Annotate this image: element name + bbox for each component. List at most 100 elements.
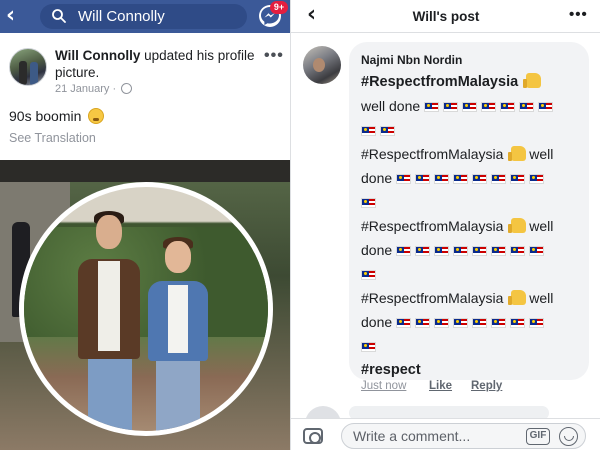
- comment-timestamp[interactable]: Just now: [361, 380, 406, 392]
- smiley-icon[interactable]: [559, 427, 578, 446]
- commenter-name[interactable]: Najmi Nbn Nordin: [361, 53, 462, 67]
- comment-line-text: #RespectfromMalaysia: [361, 146, 504, 162]
- comment-line: #RespectfromMalaysia well: [361, 214, 589, 238]
- commenter-avatar[interactable]: [303, 46, 341, 84]
- post-text: 90s boomin: [9, 108, 82, 124]
- malaysia-flag-emoji-icon: [510, 174, 526, 184]
- malaysia-flag-emoji-icon: [529, 246, 545, 256]
- malaysia-flag-emoji-icon: [361, 342, 376, 352]
- malaysia-flag-emoji-icon: [361, 270, 376, 280]
- profile-picture: [24, 187, 268, 431]
- malaysia-flag-emoji-icon: [396, 174, 412, 184]
- malaysia-flag-emoji-icon: [472, 174, 488, 184]
- malaysia-flag-emoji-icon: [529, 318, 545, 328]
- top-navigation-bar: ‹ Will Connolly 9+: [0, 0, 290, 33]
- like-button[interactable]: Like: [429, 380, 452, 392]
- reply-button[interactable]: Reply: [471, 380, 502, 392]
- notification-badge: 9+: [270, 1, 288, 14]
- page-title: Will's post: [412, 9, 480, 24]
- comment-line-text: well: [529, 146, 554, 162]
- more-options-icon[interactable]: •••: [264, 47, 284, 65]
- thumbs-up-emoji-icon: [508, 146, 527, 161]
- malaysia-flag-emoji-icon: [415, 174, 431, 184]
- malaysia-flag-emoji-icon: [472, 318, 488, 328]
- malaysia-flag-emoji-icon: [434, 246, 450, 256]
- search-query[interactable]: Will Connolly: [78, 7, 165, 26]
- malaysia-flag-emoji-icon: [380, 126, 395, 136]
- malaysia-flag-emoji-icon: [396, 246, 412, 256]
- comment-line: #RespectfromMalaysia: [361, 70, 589, 94]
- comment-line: done: [361, 238, 589, 262]
- author-avatar[interactable]: [9, 48, 47, 86]
- comment-line: [361, 262, 589, 286]
- post-meta[interactable]: 21 January ·: [55, 83, 133, 95]
- malaysia-flag-emoji-icon: [481, 102, 497, 112]
- malaysia-flag-emoji-icon: [396, 318, 412, 328]
- malaysia-flag-emoji-icon: [510, 318, 526, 328]
- more-options-icon[interactable]: •••: [569, 6, 588, 23]
- profile-picture-post-image[interactable]: [0, 160, 290, 450]
- post-header: Will Connolly updated his profile pictur…: [0, 33, 290, 103]
- comment-line-text: #RespectfromMalaysia: [361, 74, 519, 90]
- comment-text: #RespectfromMalaysia well done #Respectf…: [361, 70, 589, 382]
- comment-line-text: well done: [361, 98, 421, 114]
- malaysia-flag-emoji-icon: [424, 102, 440, 112]
- search-icon: [52, 9, 66, 23]
- malaysia-flag-emoji-icon: [491, 174, 507, 184]
- back-arrow-icon[interactable]: ‹: [6, 5, 28, 27]
- malaysia-flag-emoji-icon: [491, 318, 507, 328]
- comment-line: [361, 118, 589, 142]
- comment-line-text: well: [529, 218, 554, 234]
- camera-icon[interactable]: [303, 428, 323, 444]
- left-panel-profile-post: ‹ Will Connolly 9+ Will Connolly updated…: [0, 0, 290, 450]
- malaysia-flag-emoji-icon: [538, 102, 554, 112]
- comment-line-text: #respect: [361, 362, 421, 378]
- malaysia-flag-emoji-icon: [434, 318, 450, 328]
- malaysia-flag-emoji-icon: [361, 126, 376, 136]
- comment-line: done: [361, 166, 589, 190]
- comment-bubble: Najmi Nbn Nordin #RespectfromMalaysia we…: [349, 42, 589, 380]
- malaysia-flag-emoji-icon: [453, 318, 469, 328]
- comment-line: [361, 190, 589, 214]
- malaysia-flag-emoji-icon: [443, 102, 459, 112]
- malaysia-flag-emoji-icon: [529, 174, 545, 184]
- comment-line-text: #RespectfromMalaysia: [361, 218, 504, 234]
- malaysia-flag-emoji-icon: [472, 246, 488, 256]
- comment-line: done: [361, 310, 589, 334]
- comment-line-text: done: [361, 242, 393, 258]
- malaysia-flag-emoji-icon: [491, 246, 507, 256]
- comment-line-text: done: [361, 314, 393, 330]
- malaysia-flag-emoji-icon: [453, 174, 469, 184]
- post-author-line: Will Connolly updated his profile pictur…: [55, 47, 255, 81]
- comment-composer: GIF: [291, 418, 600, 450]
- thumbs-up-emoji-icon: [508, 218, 527, 233]
- globe-icon: [121, 83, 133, 94]
- grimace-emoji-icon: [88, 108, 105, 124]
- thumbs-up-emoji-icon: [523, 73, 542, 88]
- comment-line-text: done: [361, 170, 393, 186]
- malaysia-flag-emoji-icon: [500, 102, 516, 112]
- malaysia-flag-emoji-icon: [519, 102, 535, 112]
- post-date: 21 January: [55, 83, 110, 95]
- comment-line: #RespectfromMalaysia well: [361, 286, 589, 310]
- malaysia-flag-emoji-icon: [361, 198, 376, 208]
- comment-line: well done: [361, 94, 589, 118]
- malaysia-flag-emoji-icon: [510, 246, 526, 256]
- comment-line: [361, 334, 589, 358]
- post-header-bar: ‹ Will's post •••: [291, 0, 600, 33]
- post-author-name[interactable]: Will Connolly: [55, 48, 140, 63]
- see-translation-link[interactable]: See Translation: [9, 131, 96, 145]
- malaysia-flag-emoji-icon: [434, 174, 450, 184]
- comment-line: #respect: [361, 358, 589, 382]
- comment-line: #RespectfromMalaysia well: [361, 142, 589, 166]
- malaysia-flag-emoji-icon: [415, 318, 431, 328]
- post-body: 90s boomin: [9, 108, 105, 124]
- comment-line-text: #RespectfromMalaysia: [361, 290, 504, 306]
- gif-icon[interactable]: GIF: [526, 428, 550, 445]
- malaysia-flag-emoji-icon: [415, 246, 431, 256]
- date-separator: ·: [112, 83, 117, 95]
- right-panel-comments: ‹ Will's post ••• Najmi Nbn Nordin #Resp…: [290, 0, 600, 450]
- thumbs-up-emoji-icon: [508, 290, 527, 305]
- comment-line-text: well: [529, 290, 554, 306]
- search-bar[interactable]: Will Connolly: [40, 4, 247, 29]
